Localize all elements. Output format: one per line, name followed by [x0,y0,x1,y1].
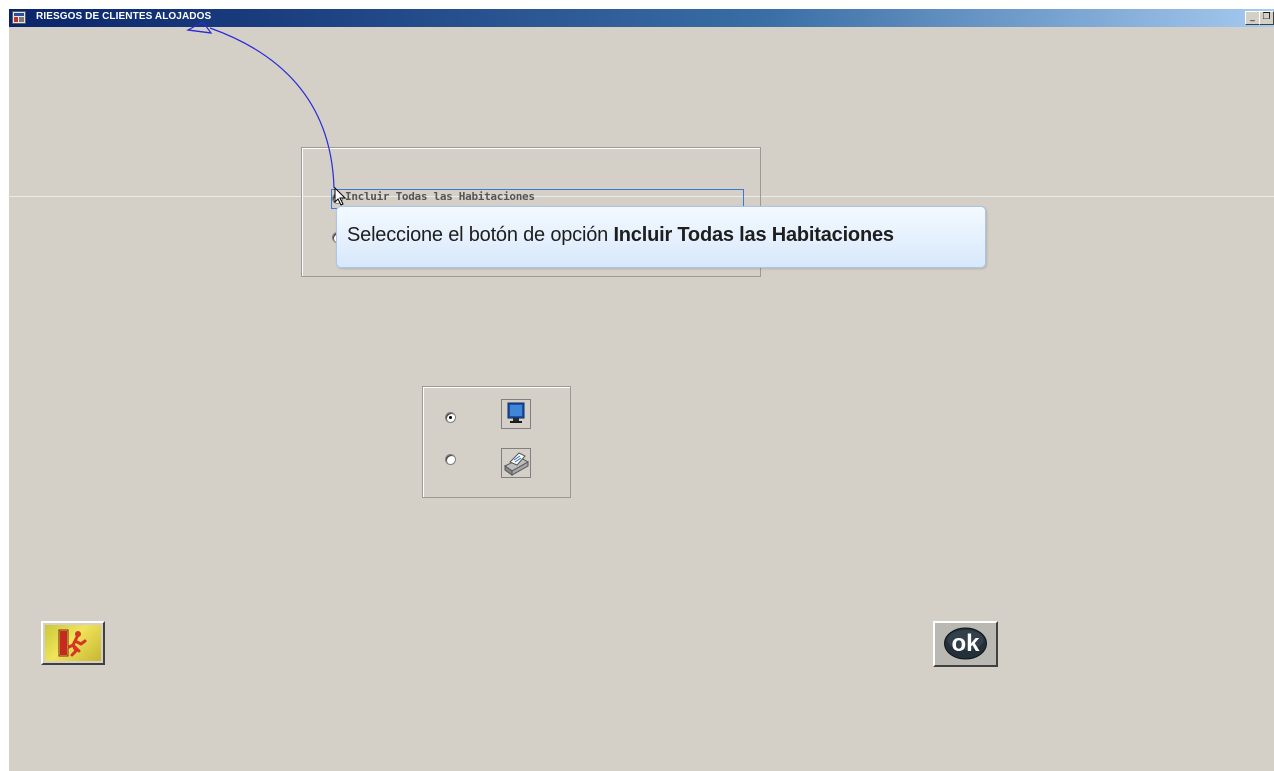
app-window: RIESGOS DE CLIENTES ALOJADOS _ ❐ Incluir… [9,9,1274,771]
tooltip-prefix: Seleccione el botón de opción [347,224,609,246]
include-all-rooms-label[interactable]: Incluir Todas las Habitaciones [345,190,535,203]
window-title: RIESGOS DE CLIENTES ALOJADOS [36,11,212,22]
printer-icon[interactable] [501,448,531,478]
ok-icon: ok [944,627,987,660]
exit-button-face [45,625,101,661]
output-options-group [422,386,571,498]
ok-label: ok [951,630,980,657]
output-printer-radio[interactable] [445,454,456,465]
monitor-icon[interactable] [501,399,531,429]
tooltip-target: Incluir Todas las Habitaciones [613,224,894,246]
exit-door-running-man-icon [58,629,87,657]
ok-button[interactable]: ok [933,621,998,667]
mouse-cursor-icon [334,187,347,206]
minimize-button[interactable]: _ [1245,11,1260,25]
title-bar[interactable]: RIESGOS DE CLIENTES ALOJADOS _ ❐ [9,9,1274,27]
instruction-tooltip: Seleccione el botón de opción Incluir To… [336,206,986,268]
restore-button[interactable]: ❐ [1259,11,1274,25]
tooltip-text: Seleccione el botón de opción Incluir To… [347,224,894,247]
app-icon [12,11,26,24]
exit-button[interactable] [41,621,105,665]
output-screen-radio[interactable] [445,412,456,423]
